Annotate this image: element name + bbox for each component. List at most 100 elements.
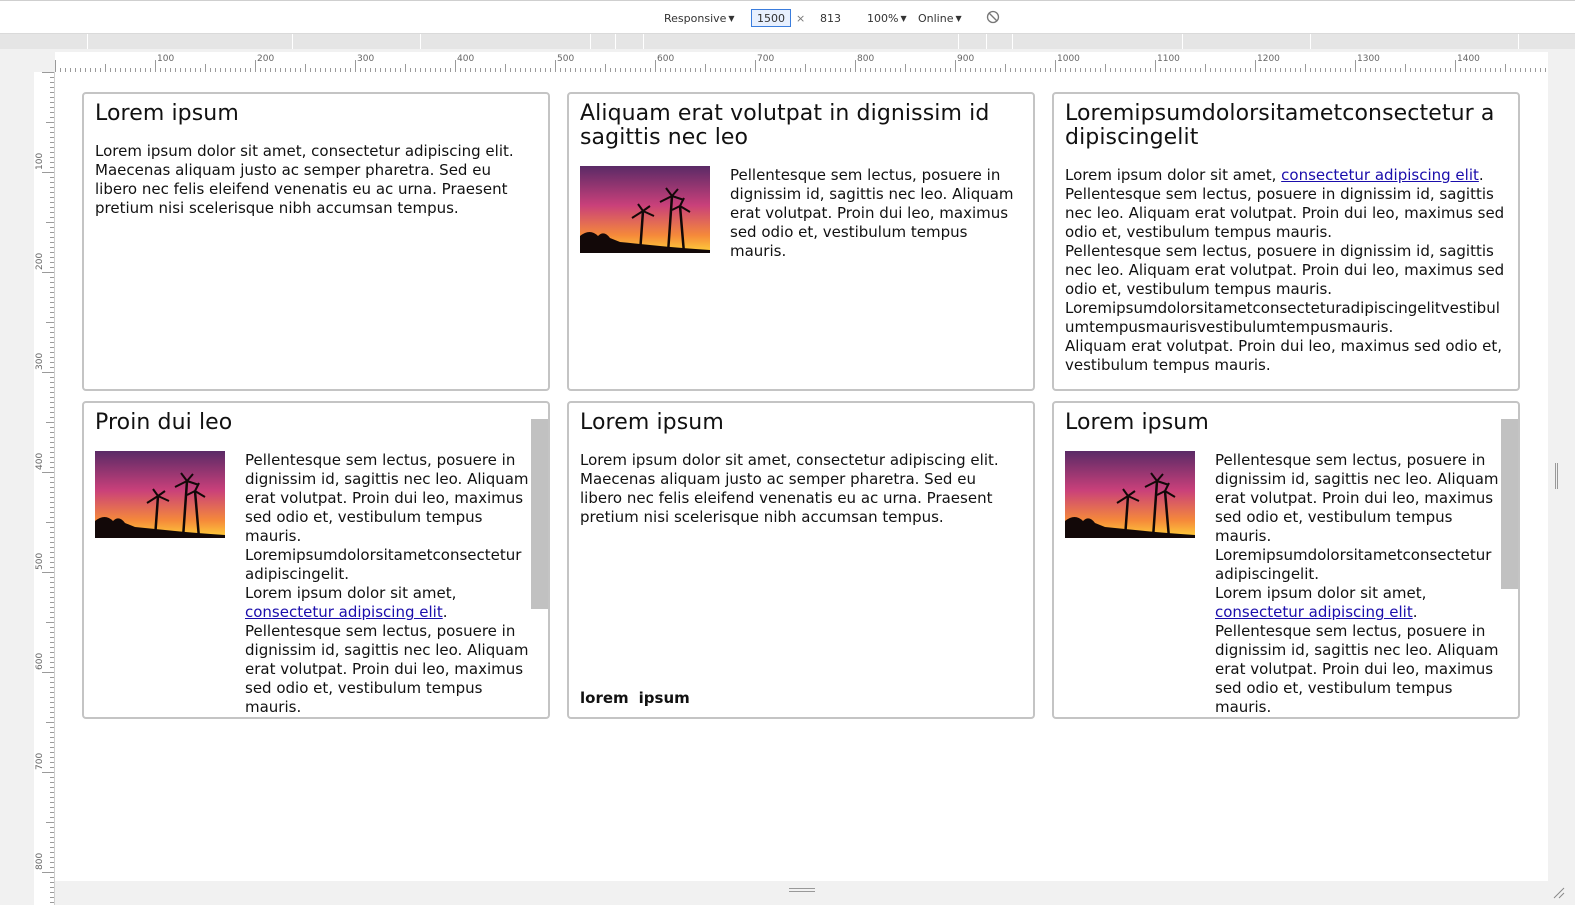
media-query-divider: [643, 34, 644, 49]
emulated-viewport: Lorem ipsum Lorem ipsum dolor sit amet, …: [55, 72, 1548, 881]
ruler-tick: [50, 717, 54, 718]
card-text: Aliquam erat volutpat. Proin dui leo, ma…: [1065, 337, 1503, 374]
ruler-tick: [50, 467, 54, 468]
card-content: Lorem ipsum Lorem ipsum dolor sit amet, …: [580, 411, 1022, 717]
ruler-tick: [50, 662, 54, 663]
ruler-label: 800: [35, 852, 45, 870]
ruler-tick: [50, 497, 54, 498]
inline-link[interactable]: consectetur adipiscing elit: [1215, 603, 1413, 621]
viewport-width-input[interactable]: 1500: [751, 9, 791, 27]
ruler-tick: [50, 482, 54, 483]
ruler-tick: [50, 362, 54, 363]
text-fragment: .: [1412, 603, 1418, 621]
ruler-tick: [50, 232, 54, 233]
ruler-tick: [50, 197, 54, 198]
ruler-tick: [355, 60, 356, 72]
chevron-down-icon: ▼: [900, 14, 907, 23]
ruler-tick: [50, 532, 54, 533]
ruler-tick: [42, 172, 54, 173]
ruler-tick: [50, 727, 54, 728]
inline-link[interactable]: consectetur adipiscing elit: [1281, 166, 1479, 184]
device-mode-label: Responsive: [664, 12, 727, 25]
ruler-tick: [1405, 64, 1406, 72]
ruler-label: 300: [35, 352, 45, 370]
zoom-dropdown[interactable]: 100% ▼: [867, 11, 907, 27]
ruler-tick: [155, 60, 156, 72]
network-throttle-dropdown[interactable]: Online ▼: [918, 11, 962, 27]
ruler-label: 600: [657, 54, 675, 64]
ruler-tick: [50, 402, 54, 403]
scrollbar-thumb[interactable]: [1501, 419, 1518, 589]
ruler-tick: [50, 317, 54, 318]
ruler-tick: [50, 867, 54, 868]
ruler-tick: [1355, 60, 1356, 72]
ruler-tick: [905, 64, 906, 72]
ruler-tick: [50, 857, 54, 858]
ruler-tick: [50, 352, 54, 353]
ruler-tick: [1505, 64, 1506, 72]
ruler-label: 500: [557, 54, 575, 64]
ruler-label: 400: [457, 54, 475, 64]
ruler-tick: [50, 782, 54, 783]
dimension-separator: ×: [796, 12, 806, 25]
ruler-tick: [50, 527, 54, 528]
card: Proin dui leo Pellentesque sem lectus, p…: [82, 401, 550, 719]
ruler-tick: [205, 64, 206, 72]
media-body: Pellentesque sem lectus, posuere in dign…: [1215, 451, 1499, 717]
ruler-tick: [50, 157, 54, 158]
ruler-tick: [50, 447, 54, 448]
device-mode-dropdown[interactable]: Responsive ▼: [664, 11, 735, 27]
ruler-tick: [46, 722, 54, 723]
ruler-tick: [50, 382, 54, 383]
ruler-tick: [50, 292, 54, 293]
vertical-ruler: 100 200 300 400 500 600 700 800: [34, 72, 55, 905]
text-fragment: Lorem ipsum dolor sit amet,: [1065, 166, 1282, 184]
ruler-tick: [50, 302, 54, 303]
rotate-icon[interactable]: [986, 10, 1000, 24]
ruler-tick: [50, 612, 54, 613]
media-query-divider: [1310, 34, 1311, 49]
ruler-tick: [50, 547, 54, 548]
card-text: Loremipsumdolorsitametconsectetur adipis…: [1215, 546, 1492, 583]
ruler-tick: [50, 607, 54, 608]
ruler-tick: [42, 672, 54, 673]
ruler-tick: [50, 77, 54, 78]
ruler-tick: [50, 147, 54, 148]
card-text: Lorem ipsum dolor sit amet, consectetur …: [580, 451, 999, 526]
ruler-label: 500: [35, 552, 45, 570]
card-title: Lorem ipsum: [580, 411, 724, 435]
ruler-tick: [50, 692, 54, 693]
media-query-bar[interactable]: [0, 34, 1575, 49]
ruler-tick: [50, 697, 54, 698]
ruler-tick: [1055, 60, 1056, 72]
card-content: Aliquam erat volutpat in dignissim id sa…: [580, 102, 1022, 389]
ruler-tick: [46, 522, 54, 523]
ruler-tick: [50, 687, 54, 688]
ruler-tick: [50, 457, 54, 458]
ruler-tick: [50, 792, 54, 793]
resize-handle-icon[interactable]: [789, 888, 815, 894]
viewport-right-resizer[interactable]: [1555, 463, 1559, 489]
corner-resize-icon[interactable]: [1551, 884, 1565, 899]
horizontal-ruler: 100 200 300 400 500 600 700 800 900 1000 1100 1200 1…: [55, 52, 1548, 73]
ruler-tick: [55, 60, 56, 72]
ruler-tick: [50, 142, 54, 143]
ruler-label: 1200: [1257, 54, 1280, 64]
card-text: Pellentesque sem lectus, posuere in dign…: [245, 451, 529, 545]
card: Lorem ipsum Lorem ipsum dolor sit amet, …: [82, 92, 550, 391]
ruler-tick: [50, 387, 54, 388]
inline-link[interactable]: consectetur adipiscing elit: [245, 603, 443, 621]
scrollbar-thumb[interactable]: [531, 419, 548, 609]
card-footer: lorem ipsum: [580, 689, 700, 707]
viewport-height-input[interactable]: 813: [820, 11, 841, 27]
card-title: Loremipsumdolorsitametconsectetur adipis…: [1065, 102, 1495, 150]
card-title: Lorem ipsum: [1065, 411, 1209, 435]
ruler-label: 1000: [1057, 54, 1080, 64]
ruler-tick: [50, 112, 54, 113]
ruler-tick: [50, 297, 54, 298]
ruler-label: 800: [857, 54, 875, 64]
ruler-tick: [50, 512, 54, 513]
ruler-tick: [50, 432, 54, 433]
ruler-tick: [50, 802, 54, 803]
chevron-down-icon: ▼: [955, 14, 962, 23]
